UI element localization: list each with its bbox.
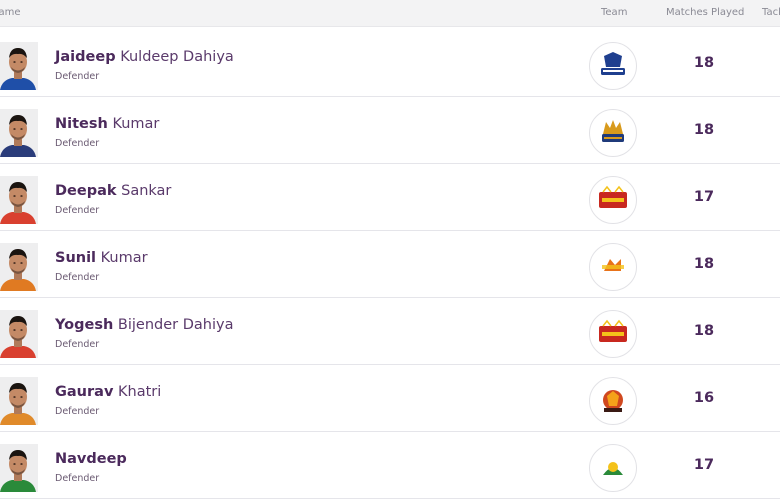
gujarat-giants-logo [589, 444, 637, 492]
player-first-name: Navdeep [55, 451, 127, 467]
player-role: Defender [55, 406, 100, 417]
player-first-name: Yogesh [55, 317, 114, 333]
player-name[interactable]: Jaideep Kuldeep Dahiya [55, 49, 234, 65]
player-first-name: Sunil [55, 250, 97, 266]
player-last-name: Bijender Dahiya [117, 317, 234, 333]
table-header: Name Team Matches Played Tackles [0, 0, 780, 27]
matches-played-value: 16 [693, 390, 715, 406]
matches-played-value: 18 [693, 55, 715, 71]
player-avatar [0, 109, 38, 157]
column-header-tackles[interactable]: Tackles [762, 7, 780, 18]
player-role: Defender [55, 138, 100, 149]
player-avatar [0, 243, 38, 291]
player-name[interactable]: Nitesh Kumar [55, 116, 159, 132]
player-avatar [0, 444, 38, 492]
player-name[interactable]: Navdeep [55, 451, 127, 467]
player-last-name: Sankar [121, 183, 172, 199]
u-mumba-logo [589, 243, 637, 291]
player-last-name: Kuldeep Dahiya [120, 49, 234, 65]
puneri-paltan-logo [589, 377, 637, 425]
bengaluru-bulls-logo [589, 310, 637, 358]
table-row[interactable]: Sunil Kumar Defender 18 [0, 231, 780, 298]
player-name[interactable]: Deepak Sankar [55, 183, 171, 199]
player-avatar [0, 42, 38, 90]
player-avatar [0, 310, 38, 358]
player-role: Defender [55, 205, 100, 216]
player-name[interactable]: Gaurav Khatri [55, 384, 161, 400]
player-first-name: Nitesh [55, 116, 108, 132]
player-last-name: Kumar [112, 116, 160, 132]
player-first-name: Jaideep [55, 49, 116, 65]
table-row[interactable]: Gaurav Khatri Defender 16 [0, 365, 780, 432]
player-name[interactable]: Yogesh Bijender Dahiya [55, 317, 233, 333]
player-first-name: Gaurav [55, 384, 114, 400]
matches-played-value: 17 [693, 457, 715, 473]
table-row[interactable]: Nitesh Kumar Defender 18 [0, 97, 780, 164]
column-header-matches-played[interactable]: Matches Played [666, 7, 744, 18]
haryana-steelers-logo [589, 42, 637, 90]
player-role: Defender [55, 71, 100, 82]
player-first-name: Deepak [55, 183, 117, 199]
matches-played-value: 18 [693, 323, 715, 339]
column-header-name[interactable]: Name [0, 7, 21, 18]
player-last-name: Kumar [100, 250, 148, 266]
player-name[interactable]: Sunil Kumar [55, 250, 148, 266]
tamil-thalaivas-logo [589, 109, 637, 157]
table-row[interactable]: Deepak Sankar Defender 17 [0, 164, 780, 231]
bengaluru-bulls-logo [589, 176, 637, 224]
player-role: Defender [55, 272, 100, 283]
matches-played-value: 18 [693, 256, 715, 272]
player-avatar [0, 377, 38, 425]
table-row[interactable]: Jaideep Kuldeep Dahiya Defender 18 [0, 30, 780, 97]
column-header-team[interactable]: Team [601, 7, 627, 18]
player-role: Defender [55, 473, 100, 484]
player-last-name: Khatri [118, 384, 162, 400]
matches-played-value: 17 [693, 189, 715, 205]
matches-played-value: 18 [693, 122, 715, 138]
player-avatar [0, 176, 38, 224]
player-role: Defender [55, 339, 100, 350]
table-row[interactable]: Navdeep Defender 17 [0, 432, 780, 499]
table-row[interactable]: Yogesh Bijender Dahiya Defender 18 [0, 298, 780, 365]
